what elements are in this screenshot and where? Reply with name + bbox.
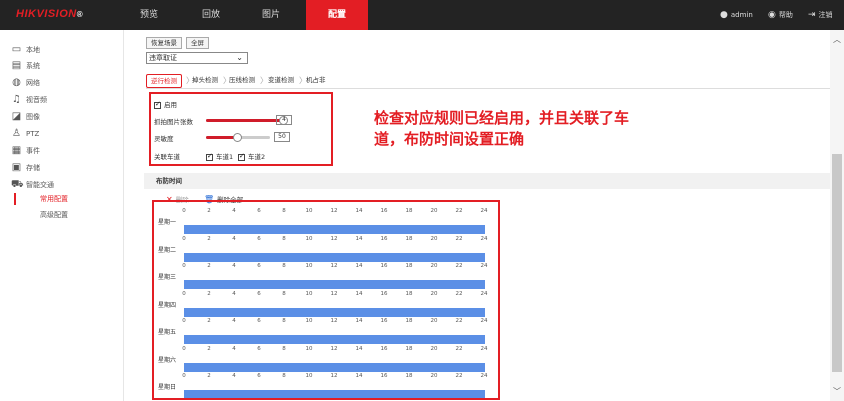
sidebar-item-label: 智能交通 — [26, 181, 54, 189]
annotation-highlight-schedule — [152, 200, 500, 400]
audio-video-icon: ♫ — [12, 94, 21, 105]
hikvision-logo: HIKVISION® — [16, 8, 83, 20]
monitor-icon: ▭ — [11, 44, 22, 55]
logo-registered-mark: ® — [76, 10, 84, 19]
sidebar-item-event[interactable]: ▦ 事件 — [12, 145, 40, 157]
chevron-down-icon: ⌄ — [236, 53, 243, 62]
tab-lane-change-detection[interactable]: 变道检测 — [264, 74, 298, 88]
help-label: 帮助 — [778, 11, 793, 19]
tab-divider — [146, 88, 832, 89]
scene-select[interactable]: 违章取证 ⌄ — [146, 52, 248, 64]
sidebar-item-local[interactable]: ▭ 本地 — [12, 44, 40, 56]
logout-label: 注销 — [818, 11, 833, 19]
main-content: 恢复场景 全屏 违章取证 ⌄ 逆行检测 〉 掉头检测 〉 压线检测 〉 变道检测… — [124, 30, 832, 401]
restore-scene-button[interactable]: 恢复场景 — [146, 37, 182, 49]
sidebar-item-network[interactable]: ◍ 网络 — [12, 77, 40, 89]
tab-reverse-detection[interactable]: 逆行检测 — [146, 74, 182, 88]
storage-icon: ▣ — [11, 162, 22, 173]
help-icon: ◉ — [768, 10, 776, 20]
sidebar-item-smart-traffic[interactable]: ⛟ 智能交通 — [11, 179, 54, 191]
annotation-line-2: 道，布防时间设置正确 — [374, 130, 525, 148]
sidebar-sub-common-config[interactable]: 常用配置 — [40, 193, 68, 205]
sidebar-item-label: 本地 — [26, 46, 40, 54]
sidebar-item-label: 图像 — [26, 113, 40, 121]
help-link[interactable]: ◉ 帮助 — [768, 0, 793, 30]
ptz-icon: ♙ — [12, 128, 21, 139]
image-icon: ◪ — [11, 111, 22, 122]
active-indicator — [14, 193, 16, 205]
top-bar: HIKVISION® 预览 回放 图片 配置 ● admin ◉ 帮助 ⇥ 注销 — [0, 0, 844, 30]
network-icon: ◍ — [12, 77, 21, 88]
annotation-text: 检查对应规则已经启用，并且关联了车 道，布防时间设置正确 — [374, 108, 754, 150]
scene-select-value: 违章取证 — [149, 54, 177, 62]
sidebar-item-label: 系统 — [26, 62, 40, 70]
user-icon: ● — [720, 10, 728, 20]
sidebar-item-label: PTZ — [26, 130, 40, 138]
sidebar-item-image[interactable]: ◪ 图像 — [12, 111, 40, 123]
annotation-line-1: 检查对应规则已经启用，并且关联了车 — [374, 109, 630, 127]
annotation-highlight-settings — [149, 92, 333, 166]
scroll-up-icon[interactable]: ︿ — [833, 34, 841, 45]
sidebar-item-label: 事件 — [26, 147, 40, 155]
sidebar-item-label: 网络 — [26, 79, 40, 87]
logout-icon: ⇥ — [808, 10, 816, 20]
username: admin — [730, 11, 753, 19]
sidebar-sub-advanced-config[interactable]: 高级配置 — [40, 209, 68, 221]
scrollbar[interactable]: ︿ ﹀ — [830, 30, 844, 401]
sidebar-item-audio-video[interactable]: ♫ 视音频 — [12, 94, 47, 106]
nav-picture[interactable]: 图片 — [262, 0, 280, 30]
logo-text: HIKVISION — [16, 8, 77, 20]
user-menu[interactable]: ● admin — [720, 0, 753, 30]
nav-preview[interactable]: 预览 — [140, 0, 158, 30]
nav-playback[interactable]: 回放 — [202, 0, 220, 30]
sidebar-item-storage[interactable]: ▣ 存储 — [12, 162, 40, 174]
tab-uturn-detection[interactable]: 掉头检测 — [188, 74, 222, 88]
sidebar-item-label: 存储 — [26, 164, 40, 172]
system-icon: ▤ — [11, 60, 22, 71]
sidebar: ▭ 本地 ▤ 系统 ◍ 网络 ♫ 视音频 ◪ 图像 ♙ PTZ ▦ 事件 ▣ 存储 ⛟ 智能交通 … — [0, 30, 124, 401]
scroll-down-icon[interactable]: ﹀ — [833, 386, 841, 397]
nav-configuration[interactable]: 配置 — [306, 0, 368, 30]
tab-line-press-detection[interactable]: 压线检测 — [225, 74, 259, 88]
logout-link[interactable]: ⇥ 注销 — [808, 0, 833, 30]
schedule-section-title: 布防时间 — [144, 173, 830, 189]
sidebar-item-system[interactable]: ▤ 系统 — [12, 60, 40, 72]
sidebar-item-label: 视音频 — [26, 96, 47, 104]
sidebar-item-ptz[interactable]: ♙ PTZ — [12, 128, 40, 140]
event-icon: ▦ — [11, 145, 22, 156]
scrollbar-thumb[interactable] — [832, 154, 842, 372]
smart-traffic-icon: ⛟ — [11, 179, 24, 190]
tab-motor-occupy-nonmotor[interactable]: 机占非 — [302, 74, 330, 88]
fullscreen-button[interactable]: 全屏 — [186, 37, 209, 49]
